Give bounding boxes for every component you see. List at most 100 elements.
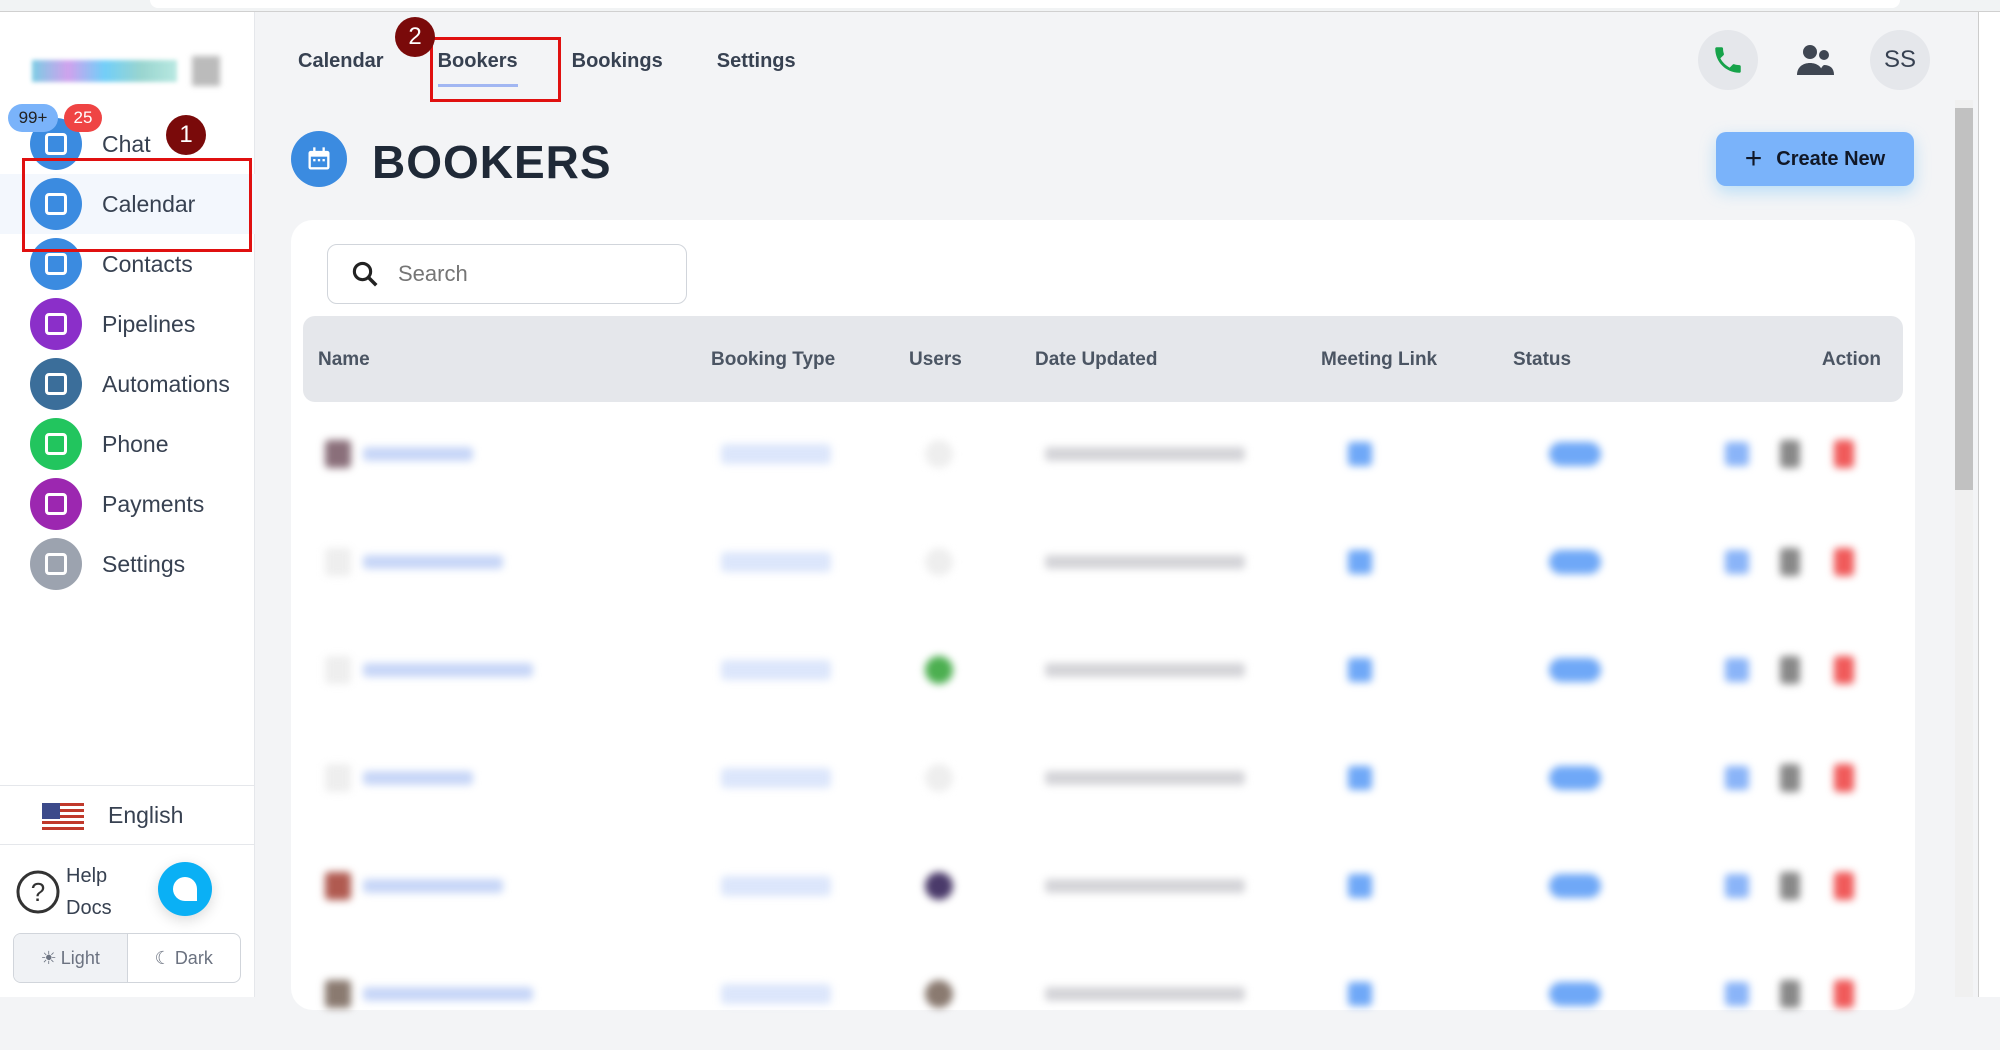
table-row[interactable]	[303, 942, 1903, 1050]
booker-name[interactable]	[363, 987, 533, 1001]
table-header: Name Booking Type Users Date Updated Mee…	[303, 316, 1903, 402]
help-docs-link[interactable]: ? Help Docs	[14, 860, 114, 920]
booking-type	[721, 552, 831, 572]
tab-settings[interactable]: Settings	[717, 50, 796, 87]
table-row[interactable]	[303, 834, 1903, 942]
booker-name[interactable]	[363, 447, 473, 461]
booking-type	[721, 876, 831, 896]
col-name[interactable]: Name	[318, 349, 370, 371]
search-input[interactable]	[398, 261, 678, 287]
phone-button[interactable]	[1698, 30, 1758, 90]
team-button[interactable]	[1786, 30, 1846, 90]
top-tabs: Calendar Bookers Bookings Settings	[298, 50, 850, 87]
status-toggle[interactable]	[1549, 766, 1601, 790]
sidebar-item-label: Settings	[102, 550, 186, 577]
edit-icon[interactable]	[1725, 874, 1749, 898]
sidebar-item-label: Automations	[102, 370, 230, 397]
meeting-link-icon[interactable]	[1348, 874, 1372, 898]
delete-icon[interactable]	[1834, 872, 1854, 900]
meeting-link-icon[interactable]	[1348, 658, 1372, 682]
edit-icon[interactable]	[1725, 658, 1749, 682]
col-users[interactable]: Users	[909, 349, 962, 371]
scrollbar-thumb[interactable]	[1955, 108, 1973, 490]
page-calendar-icon	[291, 131, 347, 187]
user-avatar[interactable]: SS	[1870, 30, 1930, 90]
meeting-link-icon[interactable]	[1348, 550, 1372, 574]
status-toggle[interactable]	[1549, 982, 1601, 1006]
booker-name[interactable]	[363, 771, 473, 785]
booker-name[interactable]	[363, 555, 503, 569]
users-icon	[1797, 45, 1834, 75]
booker-avatar	[325, 656, 351, 684]
col-meeting-link[interactable]: Meeting Link	[1321, 349, 1437, 371]
copy-icon[interactable]	[1780, 548, 1800, 576]
address-bar[interactable]	[150, 0, 1900, 8]
user-avatar-cell	[925, 440, 953, 468]
dark-label: Dark	[174, 947, 213, 968]
copy-icon[interactable]	[1780, 764, 1800, 792]
col-booking-type[interactable]: Booking Type	[711, 349, 835, 371]
meeting-link-icon[interactable]	[1348, 442, 1372, 466]
date-updated	[1045, 555, 1245, 569]
tab-calendar[interactable]: Calendar	[298, 50, 384, 87]
date-updated	[1045, 447, 1245, 461]
language-selector[interactable]: English	[0, 785, 255, 845]
table-row[interactable]	[303, 510, 1903, 618]
sidebar-item-payments[interactable]: Payments	[0, 474, 255, 534]
delete-icon[interactable]	[1834, 764, 1854, 792]
light-theme-button[interactable]: ☀ Light	[14, 934, 128, 982]
booking-type	[721, 984, 831, 1004]
status-toggle[interactable]	[1549, 550, 1601, 574]
copy-icon[interactable]	[1780, 440, 1800, 468]
search-box[interactable]	[327, 244, 687, 304]
meeting-link-icon[interactable]	[1348, 766, 1372, 790]
edit-icon[interactable]	[1725, 442, 1749, 466]
phone-icon	[30, 418, 82, 470]
col-action[interactable]: Action	[1822, 349, 1881, 371]
support-chat-button[interactable]	[158, 862, 212, 916]
copy-icon[interactable]	[1780, 656, 1800, 684]
unread-badge: 25	[64, 104, 102, 132]
booker-name[interactable]	[363, 663, 533, 677]
sidebar-item-label: Chat	[102, 130, 151, 157]
sun-icon: ☀	[40, 947, 57, 968]
table-row[interactable]	[303, 402, 1903, 510]
tab-bookings[interactable]: Bookings	[572, 50, 663, 87]
user-avatar-cell	[925, 872, 953, 900]
sidebar-item-settings[interactable]: Settings	[0, 534, 255, 594]
automation-icon	[30, 358, 82, 410]
delete-icon[interactable]	[1834, 548, 1854, 576]
sidebar-item-pipelines[interactable]: Pipelines	[0, 294, 255, 354]
delete-icon[interactable]	[1834, 440, 1854, 468]
search-icon	[352, 261, 378, 287]
col-date-updated[interactable]: Date Updated	[1035, 349, 1157, 371]
sidebar-item-label: Payments	[102, 490, 205, 517]
edit-icon[interactable]	[1725, 766, 1749, 790]
status-toggle[interactable]	[1549, 874, 1601, 898]
page-scrollbar[interactable]	[1955, 100, 1973, 997]
user-avatar-cell	[925, 548, 953, 576]
dark-theme-button[interactable]: ☾ Dark	[128, 934, 241, 982]
edit-icon[interactable]	[1725, 982, 1749, 1006]
unread-badge-all: 99+	[8, 104, 58, 132]
sidebar-item-label: Phone	[102, 430, 169, 457]
table-row[interactable]	[303, 618, 1903, 726]
delete-icon[interactable]	[1834, 980, 1854, 1008]
logo-mark	[192, 56, 220, 86]
copy-icon[interactable]	[1780, 872, 1800, 900]
status-toggle[interactable]	[1549, 442, 1601, 466]
sidebar-item-label: Pipelines	[102, 310, 196, 337]
status-toggle[interactable]	[1549, 658, 1601, 682]
sidebar-item-phone[interactable]: Phone	[0, 414, 255, 474]
meeting-link-icon[interactable]	[1348, 982, 1372, 1006]
booker-name[interactable]	[363, 879, 503, 893]
create-new-button[interactable]: + Create New	[1716, 132, 1914, 186]
copy-icon[interactable]	[1780, 980, 1800, 1008]
table-row[interactable]	[303, 726, 1903, 834]
chat-bubble-icon	[173, 877, 197, 901]
date-updated	[1045, 663, 1245, 677]
sidebar-item-automations[interactable]: Automations	[0, 354, 255, 414]
delete-icon[interactable]	[1834, 656, 1854, 684]
col-status[interactable]: Status	[1513, 349, 1571, 371]
edit-icon[interactable]	[1725, 550, 1749, 574]
